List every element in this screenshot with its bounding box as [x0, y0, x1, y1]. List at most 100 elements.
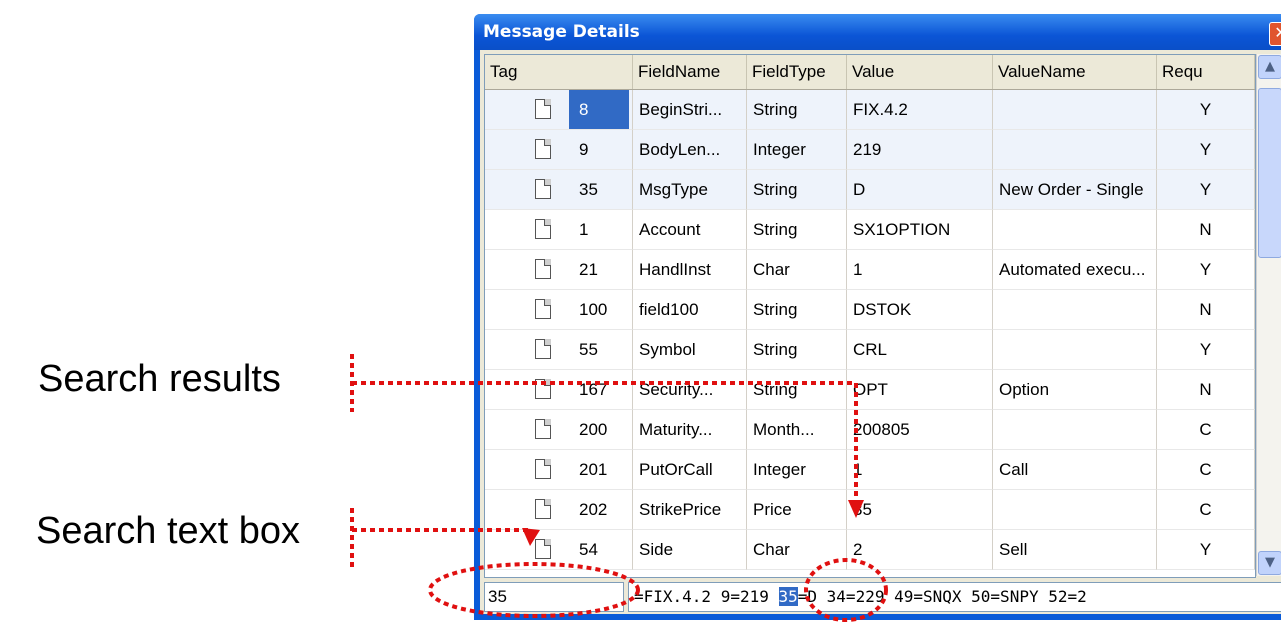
cell-valuename	[993, 290, 1157, 330]
cell-required: Y	[1157, 250, 1255, 290]
document-icon	[535, 419, 551, 439]
column-header-valuename[interactable]: ValueName	[993, 55, 1157, 89]
table-row[interactable]: 1 Account String SX1OPTION N	[485, 210, 1255, 250]
cell-valuename	[993, 210, 1157, 250]
raw-after: =D 34=229 49=SNQX 50=SNPY 52=2	[797, 587, 1087, 606]
cell-valuename: New Order - Single	[993, 170, 1157, 210]
cell-fieldname: Account	[633, 210, 747, 250]
cell-required: N	[1157, 290, 1255, 330]
cell-fieldtype: String	[747, 330, 847, 370]
document-icon	[535, 259, 551, 279]
tag-number: 8	[569, 90, 629, 129]
cell-value: DSTOK	[847, 290, 993, 330]
search-input[interactable]: 35	[484, 582, 624, 612]
message-details-window: Message Details ✕ Tag FieldName FieldType V…	[474, 14, 1281, 620]
table-row[interactable]: 54 Side Char 2 Sell Y	[485, 530, 1255, 570]
document-icon	[535, 99, 551, 119]
cell-valuename: Sell	[993, 530, 1157, 570]
table-row[interactable]: 167 Security... String OPT Option N	[485, 370, 1255, 410]
table-row[interactable]: 35 MsgType String D New Order - Single Y	[485, 170, 1255, 210]
cell-valuename: Automated execu...	[993, 250, 1157, 290]
cell-fieldname: field100	[633, 290, 747, 330]
tag-number: 54	[579, 540, 598, 559]
cell-tag: 9	[485, 130, 633, 170]
table-row[interactable]: 21 HandlInst Char 1 Automated execu... Y	[485, 250, 1255, 290]
cell-fieldtype: Integer	[747, 450, 847, 490]
table-row[interactable]: 202 StrikePrice Price 35 C	[485, 490, 1255, 530]
cell-required: Y	[1157, 90, 1255, 130]
window-title: Message Details	[483, 22, 640, 42]
tag-number: 9	[579, 140, 589, 159]
cell-required: N	[1157, 210, 1255, 250]
cell-required: C	[1157, 490, 1255, 530]
cell-fieldtype: Integer	[747, 130, 847, 170]
column-header-tag[interactable]: Tag	[485, 55, 633, 89]
cell-tag: 201	[485, 450, 633, 490]
tag-number: 200	[579, 420, 608, 439]
cell-fieldname: StrikePrice	[633, 490, 747, 530]
cell-value: 2	[847, 530, 993, 570]
close-button[interactable]: ✕	[1269, 22, 1281, 46]
document-icon	[535, 499, 551, 519]
cell-fieldtype: Price	[747, 490, 847, 530]
cell-value: 1	[847, 250, 993, 290]
cell-required: N	[1157, 370, 1255, 410]
cell-valuename	[993, 410, 1157, 450]
cell-value: 35	[847, 490, 993, 530]
cell-value: 200805	[847, 410, 993, 450]
column-header-fieldname[interactable]: FieldName	[633, 55, 747, 89]
table-row[interactable]: 100 field100 String DSTOK N	[485, 290, 1255, 330]
document-icon	[535, 339, 551, 359]
vertical-scrollbar[interactable]: ▲ ▼	[1256, 54, 1281, 576]
document-icon	[535, 459, 551, 479]
cell-fieldtype: Char	[747, 250, 847, 290]
cell-value: OPT	[847, 370, 993, 410]
cell-fieldname: BodyLen...	[633, 130, 747, 170]
cell-tag: 55	[485, 330, 633, 370]
tag-number: 202	[579, 500, 608, 519]
cell-tag: 1	[485, 210, 633, 250]
grid-header: Tag FieldName FieldType Value ValueName Requ	[485, 55, 1255, 90]
document-icon	[535, 299, 551, 319]
cell-valuename: Option	[993, 370, 1157, 410]
cell-fieldtype: Month...	[747, 410, 847, 450]
raw-before: =FIX.4.2 9=219	[634, 587, 779, 606]
cell-fieldname: MsgType	[633, 170, 747, 210]
cell-tag: 167	[485, 370, 633, 410]
tag-number: 1	[579, 220, 589, 239]
cell-fieldtype: String	[747, 290, 847, 330]
cell-required: C	[1157, 410, 1255, 450]
table-row[interactable]: 55 Symbol String CRL Y	[485, 330, 1255, 370]
chevron-up-icon[interactable]: ▲	[1258, 55, 1281, 79]
window-client-area: Tag FieldName FieldType Value ValueName Requ …	[480, 50, 1281, 614]
document-icon	[535, 219, 551, 239]
cell-value: FIX.4.2	[847, 90, 993, 130]
cell-fieldname: BeginStri...	[633, 90, 747, 130]
table-row[interactable]: 201 PutOrCall Integer 1 Call C	[485, 450, 1255, 490]
raw-message-field[interactable]: =FIX.4.2 9=219 35=D 34=229 49=SNQX 50=SN…	[628, 582, 1281, 612]
cell-fieldname: Side	[633, 530, 747, 570]
cell-required: Y	[1157, 130, 1255, 170]
cell-required: Y	[1157, 530, 1255, 570]
cell-tag: 21	[485, 250, 633, 290]
column-header-fieldtype[interactable]: FieldType	[747, 55, 847, 89]
column-header-required[interactable]: Requ	[1157, 55, 1255, 89]
cell-tag: 54	[485, 530, 633, 570]
document-icon	[535, 539, 551, 559]
table-row[interactable]: 8 BeginStri... String FIX.4.2 Y	[485, 90, 1255, 130]
cell-fieldtype: String	[747, 210, 847, 250]
cell-value: CRL	[847, 330, 993, 370]
cell-value: 1	[847, 450, 993, 490]
cell-fieldname: Symbol	[633, 330, 747, 370]
cell-valuename	[993, 490, 1157, 530]
cell-tag: 8	[485, 90, 633, 130]
cell-fieldname: PutOrCall	[633, 450, 747, 490]
cell-required: Y	[1157, 330, 1255, 370]
column-header-value[interactable]: Value	[847, 55, 993, 89]
tag-number: 201	[579, 460, 608, 479]
chevron-down-icon[interactable]: ▼	[1258, 551, 1281, 575]
scrollbar-thumb[interactable]	[1258, 88, 1281, 258]
title-bar[interactable]: Message Details ✕	[474, 14, 1281, 50]
table-row[interactable]: 9 BodyLen... Integer 219 Y	[485, 130, 1255, 170]
table-row[interactable]: 200 Maturity... Month... 200805 C	[485, 410, 1255, 450]
